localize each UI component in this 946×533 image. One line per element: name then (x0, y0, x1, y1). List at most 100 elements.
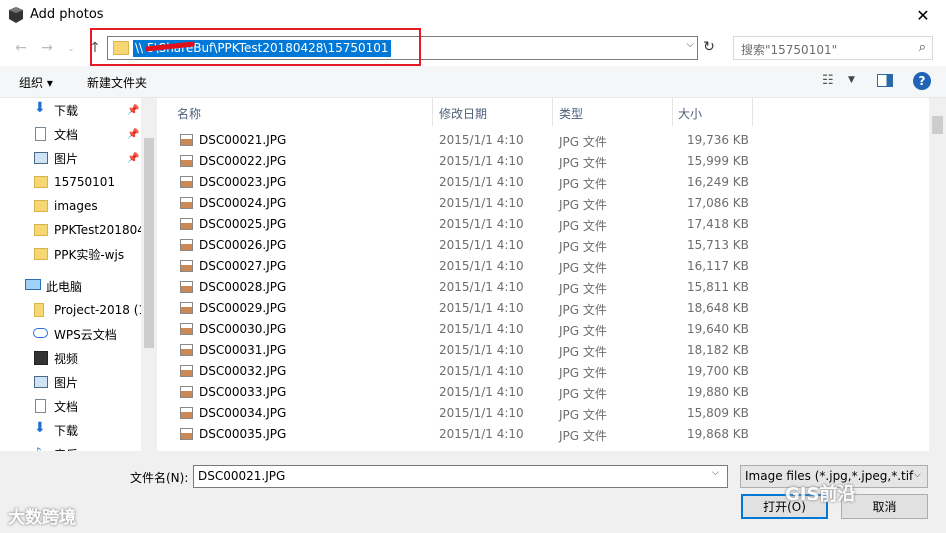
file-row[interactable]: DSC00021.JPG 2015/1/1 4:10 JPG 文件 19,736 KB (157, 130, 929, 151)
file-type: JPG 文件 (559, 177, 607, 191)
file-size: 17,418 KB (687, 217, 749, 231)
file-row[interactable]: DSC00026.JPG 2015/1/1 4:10 JPG 文件 15,713 KB (157, 235, 929, 256)
sidebar-item-project-2018[interactable]: Project-2018 (1 (0, 299, 146, 321)
file-size: 15,713 KB (687, 238, 749, 252)
sidebar-item-label: 文档 (54, 127, 79, 142)
chevron-down-icon[interactable]: ⌵ (712, 468, 719, 478)
file-list: 名称 ^ 修改日期 类型 大小 DSC00021.JPG 2015/1/1 4:1… (157, 98, 929, 451)
file-size: 18,182 KB (687, 343, 749, 357)
sidebar-item-downloads-2[interactable]: ⬇ 下载 (0, 419, 141, 441)
back-arrow-icon[interactable]: ← (12, 39, 30, 57)
jpg-file-icon (180, 428, 193, 440)
file-list-scrollbar-thumb[interactable] (932, 116, 943, 134)
file-row[interactable]: DSC00025.JPG 2015/1/1 4:10 JPG 文件 17,418 KB (157, 214, 929, 235)
file-size: 15,999 KB (687, 154, 749, 168)
file-row[interactable]: DSC00032.JPG 2015/1/1 4:10 JPG 文件 19,700 KB (157, 361, 929, 382)
file-date: 2015/1/1 4:10 (439, 238, 524, 252)
app-icon (9, 7, 23, 23)
file-date: 2015/1/1 4:10 (439, 364, 524, 378)
recent-chevron-icon[interactable]: ⌄ (62, 39, 80, 57)
sidebar-item-documents-2[interactable]: 文档 (0, 395, 141, 417)
file-date: 2015/1/1 4:10 (439, 133, 524, 147)
file-row[interactable]: DSC00027.JPG 2015/1/1 4:10 JPG 文件 16,117 KB (157, 256, 929, 277)
sidebar-scrollbar-thumb[interactable] (144, 138, 154, 348)
jpg-file-icon (180, 239, 193, 251)
file-name: DSC00022.JPG (199, 154, 287, 168)
file-type: JPG 文件 (559, 219, 607, 233)
file-row[interactable]: DSC00035.JPG 2015/1/1 4:10 JPG 文件 19,868 KB (157, 424, 929, 445)
file-date: 2015/1/1 4:10 (439, 322, 524, 336)
organize-button[interactable]: 组织 ▾ (19, 74, 53, 91)
sidebar-item-pictures[interactable]: 图片 📌 (0, 147, 141, 169)
sidebar-item-videos[interactable]: 视频 (0, 347, 141, 369)
preview-pane-icon[interactable] (877, 74, 893, 87)
column-header-name[interactable]: 名称 (177, 105, 201, 122)
sidebar-item-images[interactable]: images (0, 195, 141, 217)
sidebar-item-wps-cloud[interactable]: WPS云文档 (0, 323, 141, 345)
forward-arrow-icon[interactable]: → (38, 39, 56, 57)
computer-icon (25, 279, 41, 290)
file-row[interactable]: DSC00030.JPG 2015/1/1 4:10 JPG 文件 19,640 KB (157, 319, 929, 340)
chevron-down-icon[interactable]: ▼ (848, 75, 855, 85)
file-row[interactable]: DSC00029.JPG 2015/1/1 4:10 JPG 文件 18,648 KB (157, 298, 929, 319)
filename-value[interactable]: DSC00021.JPG (198, 469, 285, 483)
new-folder-button[interactable]: 新建文件夹 (87, 74, 147, 91)
chevron-down-icon[interactable]: ⌵ (686, 39, 694, 50)
file-row[interactable]: DSC00028.JPG 2015/1/1 4:10 JPG 文件 15,811 KB (157, 277, 929, 298)
file-date: 2015/1/1 4:10 (439, 385, 524, 399)
file-row[interactable]: DSC00023.JPG 2015/1/1 4:10 JPG 文件 16,249 KB (157, 172, 929, 193)
file-type: JPG 文件 (559, 156, 607, 170)
file-type: JPG 文件 (559, 324, 607, 338)
column-header-type[interactable]: 类型 (559, 105, 583, 122)
column-divider[interactable] (672, 98, 673, 126)
sidebar-item-label: PPKTest201804 (54, 223, 145, 237)
file-date: 2015/1/1 4:10 (439, 406, 524, 420)
sidebar-item-pictures-2[interactable]: 图片 (0, 371, 141, 393)
sidebar-item-this-pc[interactable]: 此电脑 (0, 275, 141, 297)
help-icon[interactable]: ? (913, 72, 931, 90)
sidebar-item-ppktest[interactable]: PPKTest201804 (0, 219, 145, 241)
file-row[interactable]: DSC00031.JPG 2015/1/1 4:10 JPG 文件 18,182 KB (157, 340, 929, 361)
file-size: 17,086 KB (687, 196, 749, 210)
file-name: DSC00024.JPG (199, 196, 287, 210)
file-type: JPG 文件 (559, 408, 607, 422)
folder-icon (34, 176, 48, 188)
column-divider[interactable] (432, 98, 433, 126)
file-name: DSC00030.JPG (199, 322, 287, 336)
file-row[interactable]: DSC00024.JPG 2015/1/1 4:10 JPG 文件 17,086 KB (157, 193, 929, 214)
sidebar-item-15750101[interactable]: 15750101 (0, 171, 141, 193)
document-icon (35, 127, 46, 141)
view-options-icon[interactable]: ☷ (822, 73, 834, 88)
file-row[interactable]: DSC00033.JPG 2015/1/1 4:10 JPG 文件 19,880 KB (157, 382, 929, 403)
jpg-file-icon (180, 302, 193, 314)
file-row[interactable]: DSC00034.JPG 2015/1/1 4:10 JPG 文件 15,809 KB (157, 403, 929, 424)
file-type: JPG 文件 (559, 261, 607, 275)
file-name: DSC00026.JPG (199, 238, 287, 252)
jpg-file-icon (180, 365, 193, 377)
file-list-scrollbar[interactable] (929, 98, 946, 451)
column-divider[interactable] (552, 98, 553, 126)
folder-icon (34, 303, 44, 317)
column-header-size[interactable]: 大小 (678, 105, 702, 122)
folder-icon (34, 200, 48, 212)
chevron-down-icon[interactable]: ⌵ (914, 470, 921, 480)
search-placeholder[interactable]: 搜索"15750101" (741, 41, 837, 58)
file-name: DSC00025.JPG (199, 217, 287, 231)
filename-input[interactable]: DSC00021.JPG (193, 465, 728, 488)
file-size: 15,811 KB (687, 280, 749, 294)
column-header-date[interactable]: 修改日期 (439, 105, 487, 122)
search-box[interactable]: 搜索"15750101" ⌕ (733, 36, 933, 60)
column-divider[interactable] (752, 98, 753, 126)
file-row[interactable]: DSC00022.JPG 2015/1/1 4:10 JPG 文件 15,999 KB (157, 151, 929, 172)
sidebar-item-music[interactable]: ♪ 音乐 (0, 443, 141, 451)
search-icon[interactable]: ⌕ (919, 40, 926, 55)
sidebar-item-documents[interactable]: 文档 📌 (0, 123, 141, 145)
close-icon[interactable]: ✕ (900, 0, 946, 31)
sidebar-item-downloads[interactable]: ⬇ 下载 📌 (0, 99, 141, 121)
sidebar-item-label: 此电脑 (46, 279, 83, 294)
refresh-icon[interactable]: ↻ (699, 36, 719, 58)
file-size: 19,868 KB (687, 427, 749, 441)
file-name: DSC00029.JPG (199, 301, 287, 315)
sidebar-item-ppk-wjs[interactable]: PPK实验-wjs (0, 243, 141, 265)
file-size: 19,736 KB (687, 133, 749, 147)
